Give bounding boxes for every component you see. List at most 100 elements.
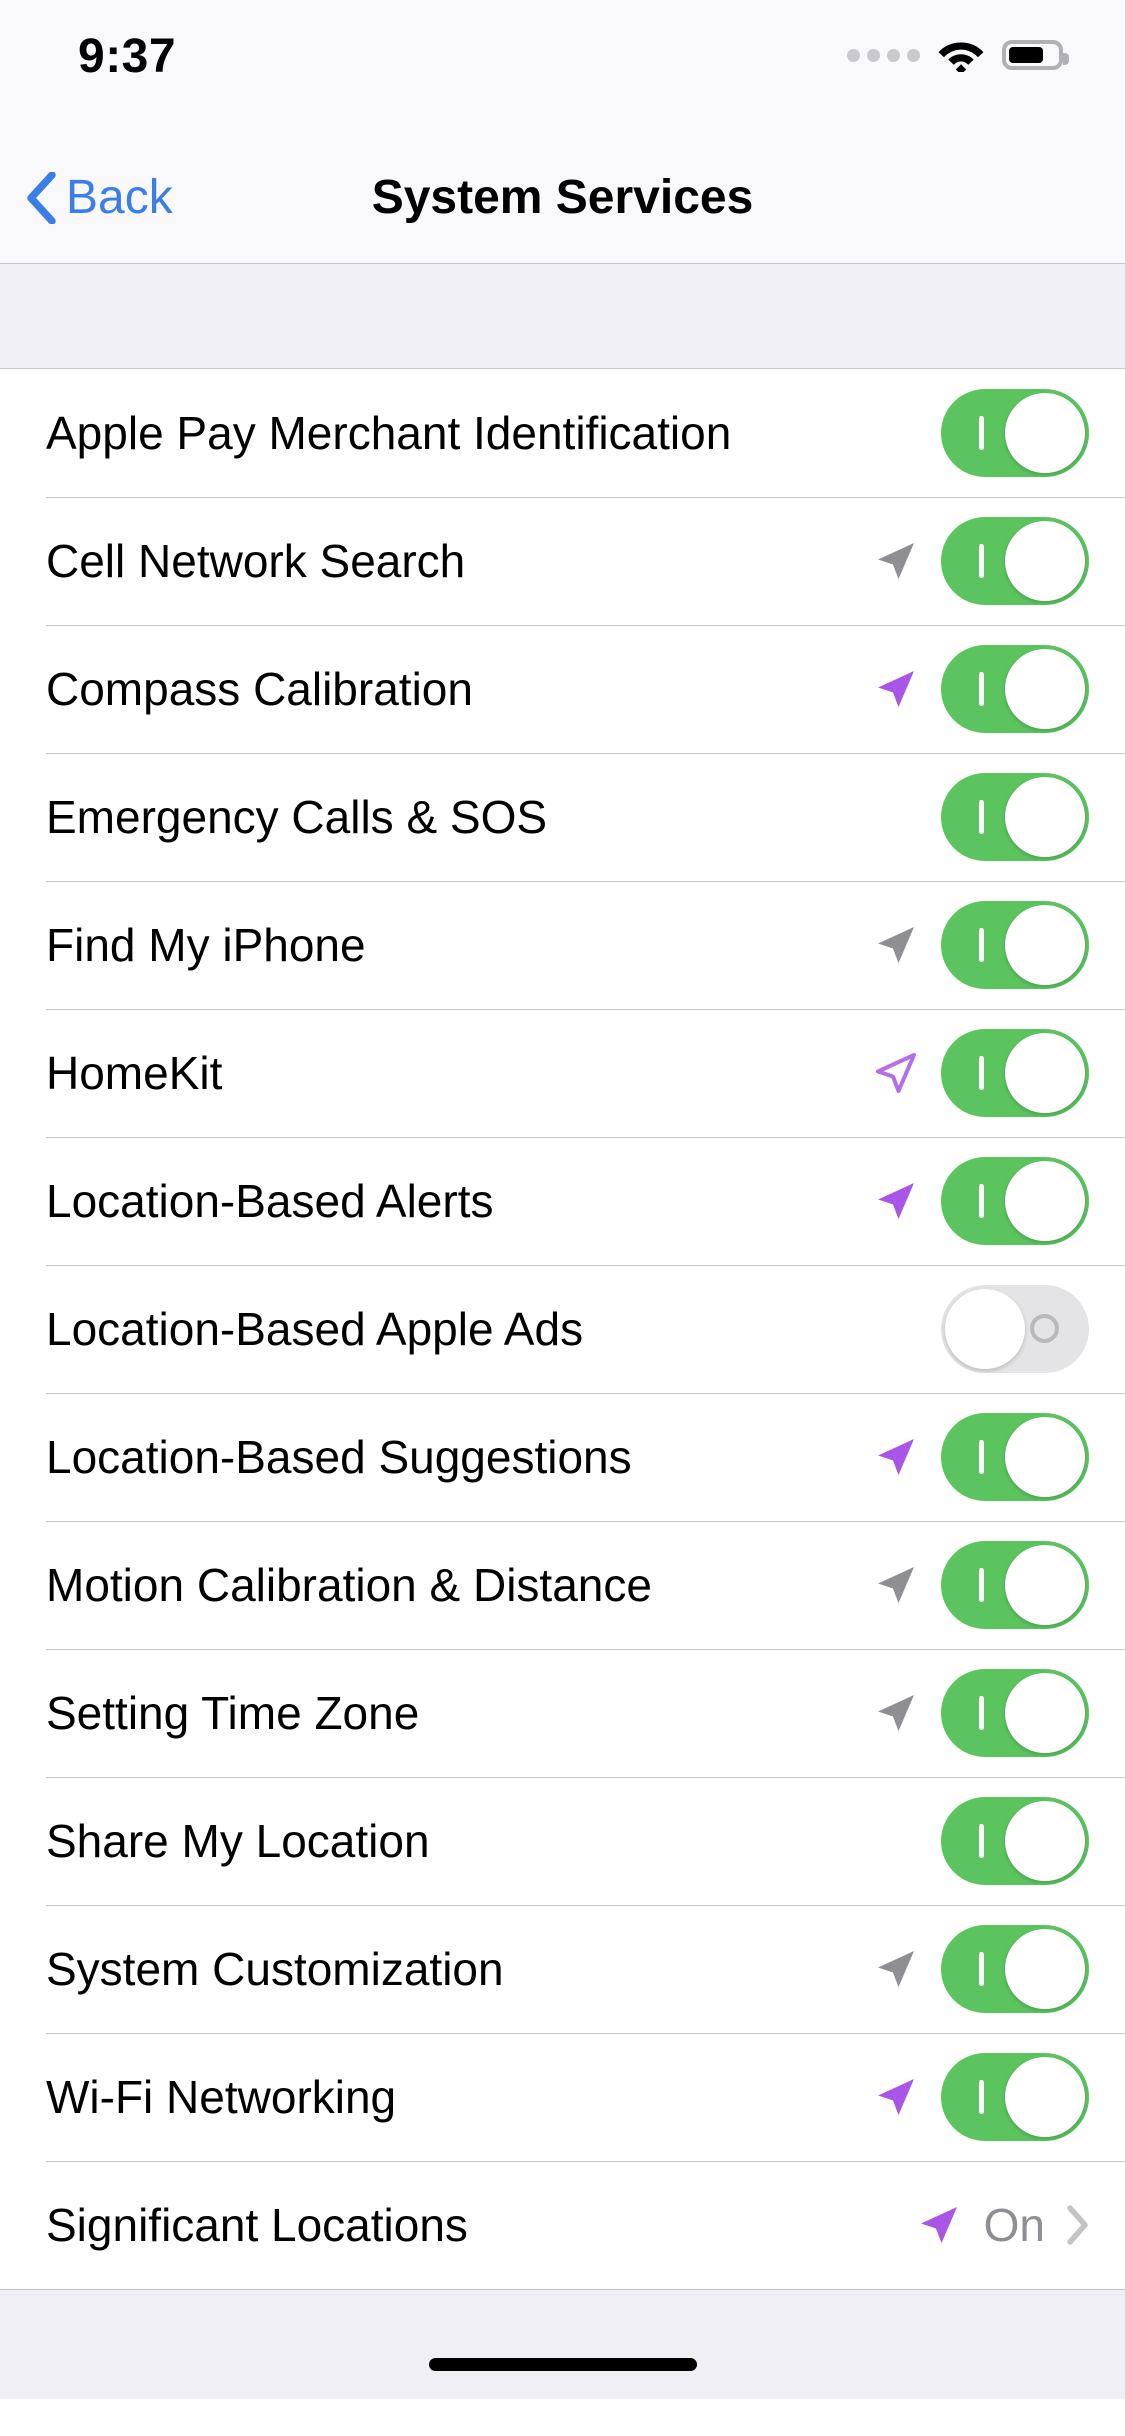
status-bar: 9:37 <box>0 0 1125 132</box>
row-label: Location-Based Apple Ads <box>46 1303 584 1355</box>
toggle-on-mark-icon <box>979 2080 984 2114</box>
toggle-switch[interactable] <box>941 1541 1089 1629</box>
location-arrow-gray-icon <box>873 1562 919 1608</box>
section-header-spacer <box>0 264 1125 369</box>
iphone-screen: 9:37 Back System Services Apple Pay Merc… <box>0 0 1125 2436</box>
back-button-label: Back <box>66 170 173 224</box>
location-arrow-purple-icon <box>873 2074 919 2120</box>
list-footer <box>0 2289 1125 2399</box>
table-row: Setting Time Zone <box>0 1649 1125 1777</box>
table-row: Apple Pay Merchant Identification <box>0 369 1125 497</box>
table-row: Compass Calibration <box>0 625 1125 753</box>
table-row[interactable]: Significant Locations On <box>0 2161 1125 2289</box>
location-arrow-purple-icon <box>873 666 919 712</box>
toggle-knob <box>1005 1161 1085 1241</box>
row-accessory <box>873 1797 1089 1885</box>
toggle-on-mark-icon <box>979 1696 984 1730</box>
toggle-switch[interactable] <box>941 517 1089 605</box>
table-row: Location-Based Alerts <box>0 1137 1125 1265</box>
location-arrow-gray-icon <box>873 922 919 968</box>
toggle-knob <box>1005 1929 1085 2009</box>
toggle-on-mark-icon <box>979 672 984 706</box>
row-label: Emergency Calls & SOS <box>46 791 548 843</box>
home-indicator[interactable] <box>428 2358 697 2371</box>
toggle-switch[interactable] <box>941 1285 1089 1373</box>
toggle-on-mark-icon <box>979 1824 984 1858</box>
battery-icon <box>1002 40 1069 70</box>
toggle-knob <box>1005 521 1085 601</box>
row-accessory <box>873 1413 1089 1501</box>
table-row: Location-Based Apple Ads <box>0 1265 1125 1393</box>
table-row: System Customization <box>0 1905 1125 2033</box>
location-arrow-purple-icon <box>916 2202 962 2248</box>
toggle-on-mark-icon <box>979 1184 984 1218</box>
table-row: Find My iPhone <box>0 881 1125 1009</box>
toggle-switch[interactable] <box>941 1797 1089 1885</box>
toggle-on-mark-icon <box>979 544 984 578</box>
toggle-switch[interactable] <box>941 1157 1089 1245</box>
row-accessory <box>873 901 1089 989</box>
toggle-off-mark-icon <box>1030 1314 1059 1343</box>
row-label: Location-Based Alerts <box>46 1175 494 1227</box>
toggle-knob <box>1005 2057 1085 2137</box>
location-arrow-purple-icon <box>873 1434 919 1480</box>
toggle-switch[interactable] <box>941 2053 1089 2141</box>
row-accessory: On <box>916 2198 1089 2252</box>
toggle-on-mark-icon <box>979 1440 984 1474</box>
toggle-switch[interactable] <box>941 1413 1089 1501</box>
toggle-knob <box>1005 1033 1085 1113</box>
table-row: HomeKit <box>0 1009 1125 1137</box>
row-accessory <box>873 773 1089 861</box>
toggle-on-mark-icon <box>979 1952 984 1986</box>
toggle-knob <box>1005 905 1085 985</box>
row-label: Find My iPhone <box>46 919 366 971</box>
toggle-switch[interactable] <box>941 1029 1089 1117</box>
row-accessory <box>873 1541 1089 1629</box>
toggle-on-mark-icon <box>979 1056 984 1090</box>
toggle-switch[interactable] <box>941 1669 1089 1757</box>
location-arrow-purple-icon <box>873 1178 919 1224</box>
toggle-knob <box>1005 1673 1085 1753</box>
table-row: Emergency Calls & SOS <box>0 753 1125 881</box>
row-label: Share My Location <box>46 1815 430 1867</box>
row-detail-value: On <box>983 2199 1045 2251</box>
toggle-switch[interactable] <box>941 645 1089 733</box>
row-accessory <box>873 1029 1089 1117</box>
row-accessory <box>873 389 1089 477</box>
back-button[interactable]: Back <box>0 170 173 226</box>
navigation-bar: Back System Services <box>0 132 1125 264</box>
toggle-switch[interactable] <box>941 1925 1089 2013</box>
toggle-switch[interactable] <box>941 773 1089 861</box>
toggle-knob <box>1005 1417 1085 1497</box>
toggle-switch[interactable] <box>941 389 1089 477</box>
toggle-on-mark-icon <box>979 1568 984 1602</box>
location-arrow-gray-icon <box>873 1690 919 1736</box>
row-accessory <box>873 1285 1089 1373</box>
toggle-knob <box>1005 393 1085 473</box>
location-arrow-gray-icon <box>873 1946 919 1992</box>
toggle-knob <box>1005 1545 1085 1625</box>
row-label: Location-Based Suggestions <box>46 1431 632 1483</box>
row-accessory <box>873 1157 1089 1245</box>
table-row: Location-Based Suggestions <box>0 1393 1125 1521</box>
toggle-on-mark-icon <box>979 416 984 450</box>
location-arrow-gray-icon <box>873 538 919 584</box>
row-label: Significant Locations <box>46 2199 468 2251</box>
row-label: HomeKit <box>46 1047 223 1099</box>
row-label: Cell Network Search <box>46 535 466 587</box>
toggle-on-mark-icon <box>979 800 984 834</box>
toggle-knob <box>1005 777 1085 857</box>
status-bar-time: 9:37 <box>78 30 177 83</box>
table-row: Wi-Fi Networking <box>0 2033 1125 2161</box>
row-accessory <box>873 2053 1089 2141</box>
toggle-knob <box>1005 649 1085 729</box>
row-label: System Customization <box>46 1943 504 1995</box>
cellular-dots-icon <box>847 48 920 62</box>
toggle-switch[interactable] <box>941 901 1089 989</box>
table-row: Motion Calibration & Distance <box>0 1521 1125 1649</box>
table-row: Cell Network Search <box>0 497 1125 625</box>
status-bar-indicators <box>847 28 1069 72</box>
row-accessory <box>873 1669 1089 1757</box>
toggle-knob <box>1005 1801 1085 1881</box>
table-row: Share My Location <box>0 1777 1125 1905</box>
